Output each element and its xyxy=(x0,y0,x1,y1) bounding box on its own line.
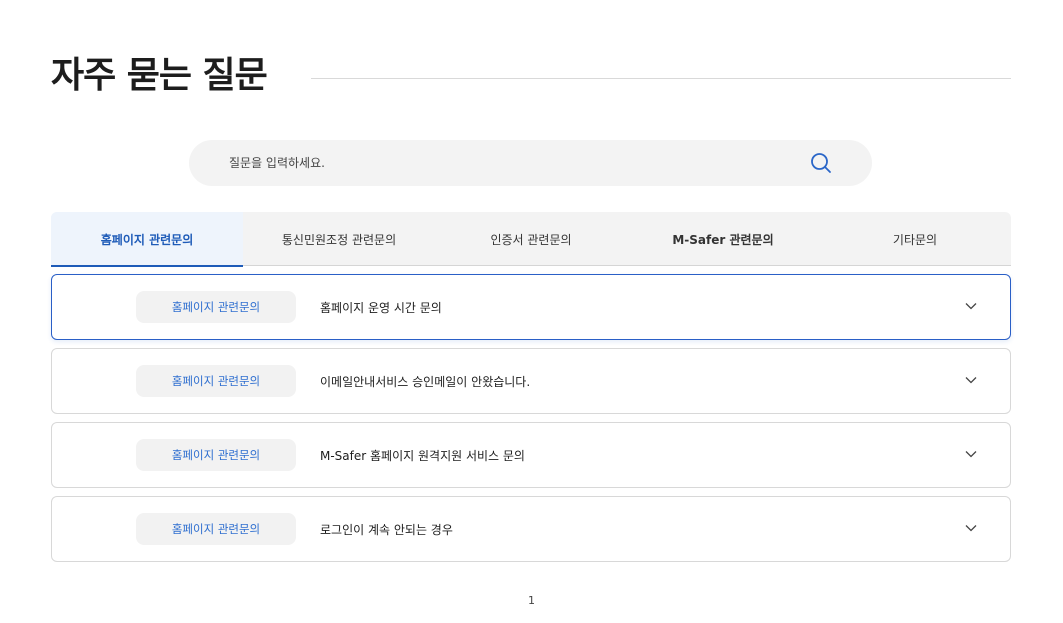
category-tabs: 홈페이지 관련문의 통신민원조정 관련문의 인증서 관련문의 M-Safer 관… xyxy=(51,212,1011,267)
faq-category-badge: 홈페이지 관련문의 xyxy=(136,439,296,471)
chevron-down-icon xyxy=(965,525,977,532)
tab-etc[interactable]: 기타문의 xyxy=(819,212,1011,266)
search-input[interactable] xyxy=(229,140,789,186)
faq-question: 로그인이 계속 안되는 경우 xyxy=(320,522,453,537)
page-number-current[interactable]: 1 xyxy=(528,594,535,607)
search-button[interactable] xyxy=(807,149,835,177)
faq-category-badge: 홈페이지 관련문의 xyxy=(136,291,296,323)
page-title: 자주 묻는 질문 xyxy=(51,55,268,96)
faq-question: M-Safer 홈페이지 원격지원 서비스 문의 xyxy=(320,448,525,463)
tab-homepage[interactable]: 홈페이지 관련문의 xyxy=(51,212,243,267)
search-icon xyxy=(811,153,831,173)
faq-question: 홈페이지 운영 시간 문의 xyxy=(320,300,442,315)
faq-question: 이메일안내서비스 승인메일이 안왔습니다. xyxy=(320,374,531,389)
chevron-down-icon xyxy=(965,377,977,384)
tab-certificate[interactable]: 인증서 관련문의 xyxy=(435,212,627,266)
faq-category-badge: 홈페이지 관련문의 xyxy=(136,513,296,545)
chevron-down-icon xyxy=(965,303,977,310)
faq-item[interactable]: 홈페이지 관련문의 이메일안내서비스 승인메일이 안왔습니다. xyxy=(51,348,1011,414)
faq-list: 홈페이지 관련문의 홈페이지 운영 시간 문의 홈페이지 관련문의 이메일안내서… xyxy=(51,274,1011,570)
pagination: 1 xyxy=(0,594,1063,607)
chevron-down-icon xyxy=(965,451,977,458)
faq-item[interactable]: 홈페이지 관련문의 M-Safer 홈페이지 원격지원 서비스 문의 xyxy=(51,422,1011,488)
faq-item[interactable]: 홈페이지 관련문의 홈페이지 운영 시간 문의 xyxy=(51,274,1011,340)
search-bar xyxy=(189,140,872,186)
tab-dispute-mediation[interactable]: 통신민원조정 관련문의 xyxy=(243,212,435,266)
faq-category-badge: 홈페이지 관련문의 xyxy=(136,365,296,397)
title-divider xyxy=(311,78,1011,79)
tab-m-safer[interactable]: M-Safer 관련문의 xyxy=(627,212,819,266)
faq-item[interactable]: 홈페이지 관련문의 로그인이 계속 안되는 경우 xyxy=(51,496,1011,562)
